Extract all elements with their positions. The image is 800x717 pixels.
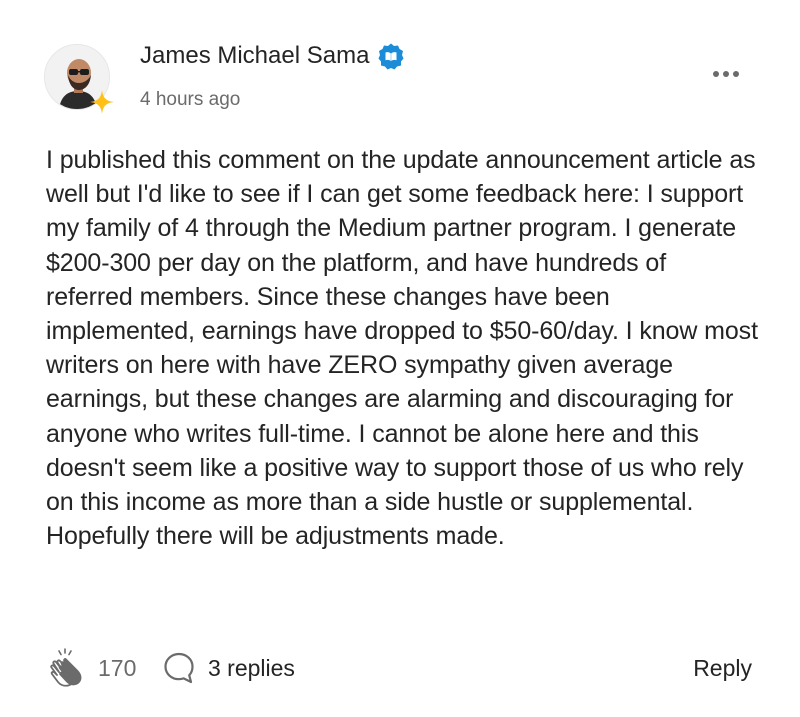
comment-footer: 170 3 replies Reply [46,644,756,692]
verified-badge-icon [378,43,404,70]
comment-timestamp: 4 hours ago [140,89,241,110]
speech-bubble-icon [164,652,194,684]
more-horizontal-icon [713,71,719,77]
comment-body: I published this comment on the update a… [46,146,758,551]
view-replies-button[interactable]: 3 replies [162,646,295,690]
more-horizontal-icon-dot [723,71,729,77]
sparkle-icon [90,90,114,114]
author-name[interactable]: James Michael Sama [140,40,369,72]
author-avatar-wrapper[interactable] [44,44,114,114]
comment-card: James Michael Sama 4 hours ago I publish… [0,0,800,717]
author-name-row: James Michael Sama [140,40,405,72]
reply-button[interactable]: Reply [693,646,752,690]
clap-button[interactable]: 170 [46,646,136,690]
more-options-button[interactable] [706,62,746,86]
more-horizontal-icon-dot [733,71,739,77]
clap-icon [50,648,82,687]
replies-label: 3 replies [208,655,295,681]
clap-count: 170 [98,655,137,681]
